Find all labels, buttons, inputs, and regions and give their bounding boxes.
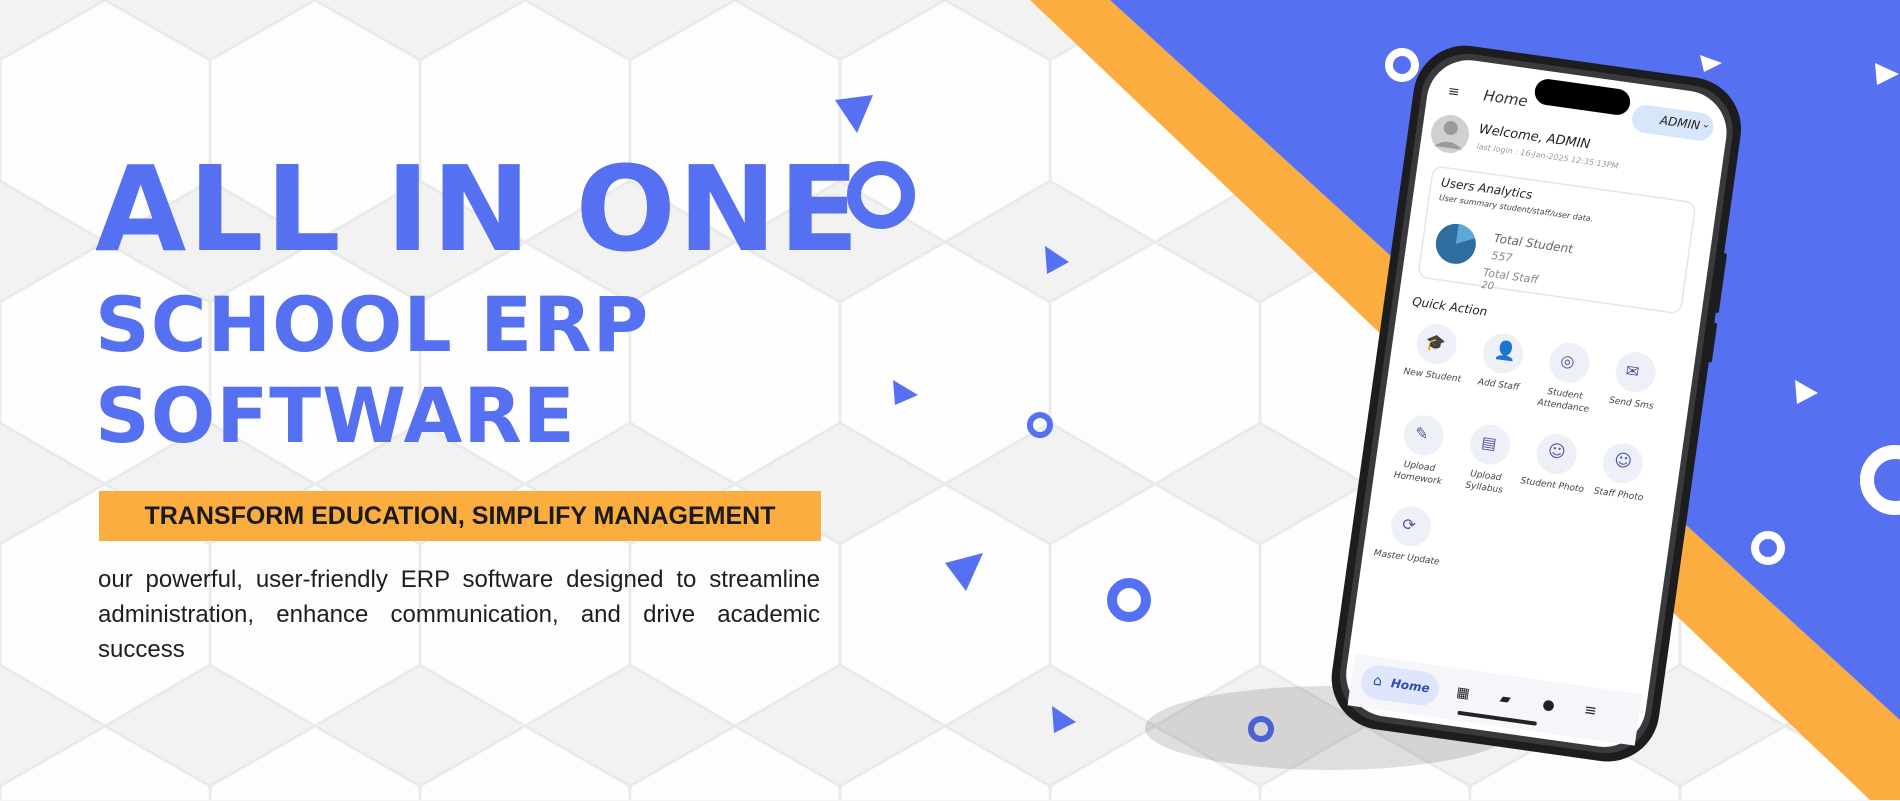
total-student-value: 557	[1490, 248, 1514, 265]
nav-dashboard-icon[interactable]: ▦	[1455, 684, 1470, 702]
chevron-down-icon: ⌄	[1701, 118, 1711, 132]
tagline-banner: TRANSFORM EDUCATION, SIMPLIFY MANAGEMENT	[99, 491, 821, 541]
description-text: our powerful, user-friendly ERP software…	[98, 566, 820, 663]
phone-mockup: ≡ Home ADMIN ⌄ Welcome, ADMIN last login…	[1300, 45, 1820, 768]
total-staff-value: 20	[1480, 279, 1495, 293]
tagline-text: TRANSFORM EDUCATION, SIMPLIFY MANAGEMENT	[144, 501, 776, 530]
headline-software: SOFTWARE	[95, 371, 576, 460]
nav-chat-icon[interactable]: ▰	[1499, 690, 1512, 707]
headline-school-erp: SCHOOL ERP	[95, 280, 650, 369]
nav-profile-icon[interactable]: ●	[1541, 696, 1555, 714]
nav-menu-icon[interactable]: ≡	[1583, 700, 1598, 720]
headline-all-in-one: ALL IN ONE	[95, 140, 862, 278]
hamburger-icon[interactable]: ≡	[1447, 83, 1461, 100]
